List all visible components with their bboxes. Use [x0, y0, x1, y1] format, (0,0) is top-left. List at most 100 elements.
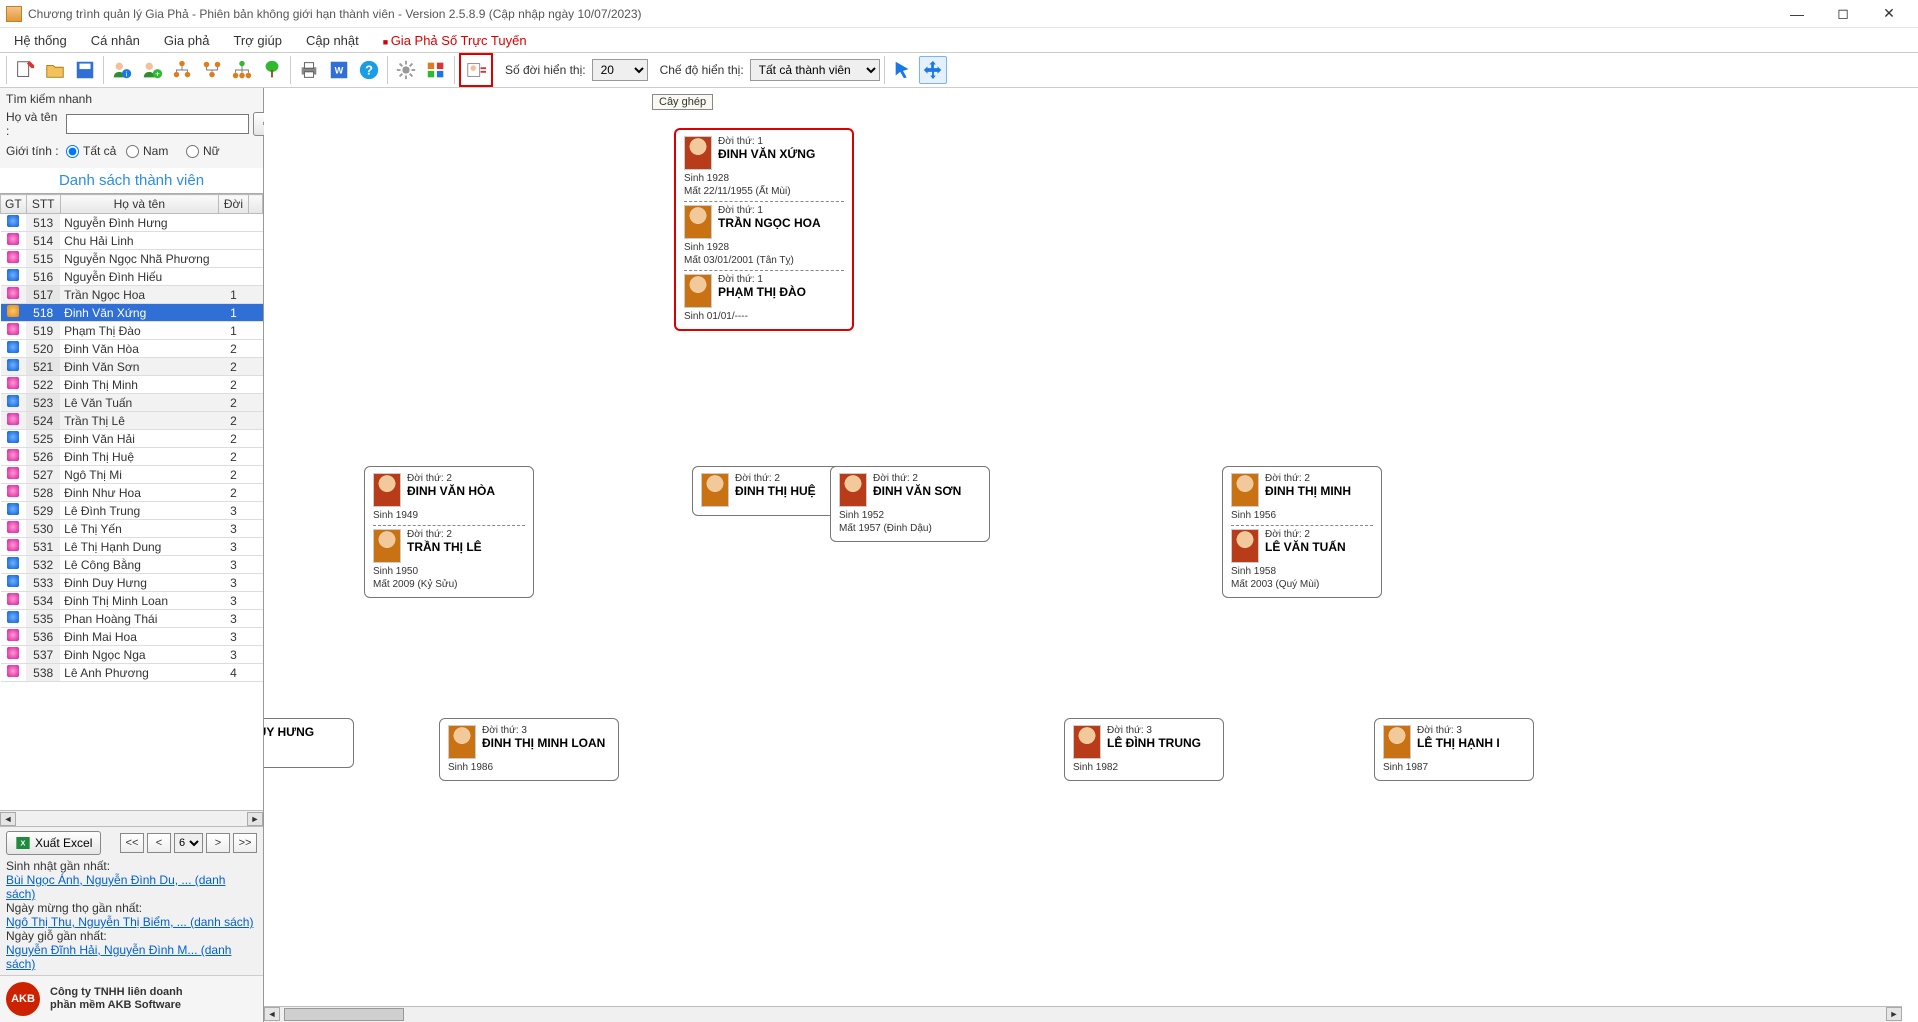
menu-person[interactable]: Cá nhân — [81, 31, 150, 50]
svg-text:W: W — [335, 66, 344, 76]
table-row[interactable]: 530Lê Thị Yến3 — [1, 520, 263, 538]
table-row[interactable]: 524Trần Thị Lê2 — [1, 412, 263, 430]
table-row[interactable]: 522Đinh Thị Minh2 — [1, 376, 263, 394]
table-row[interactable]: 529Lê Đình Trung3 — [1, 502, 263, 520]
table-row[interactable]: 528Đinh Như Hoa2 — [1, 484, 263, 502]
toolbar-word-icon[interactable]: W — [325, 56, 353, 84]
table-row[interactable]: 516Nguyễn Đình Hiếu — [1, 268, 263, 286]
col-name[interactable]: Họ và tên — [60, 195, 218, 214]
member-table[interactable]: GT STT Họ và tên Đời 513Nguyễn Đình Hưng… — [0, 193, 263, 810]
table-row[interactable]: 527Ngô Thị Mi2 — [1, 466, 263, 484]
toolbar-graft-icon[interactable] — [462, 56, 490, 84]
avatar — [701, 473, 729, 507]
col-stt[interactable]: STT — [26, 195, 60, 214]
page-first[interactable]: << — [120, 833, 144, 853]
toolbar-gallery-icon[interactable] — [422, 56, 450, 84]
birthday-near-link[interactable]: Bùi Ngọc Ánh, Nguyễn Đình Du, ... (danh … — [6, 873, 257, 901]
page-last[interactable]: >> — [233, 833, 257, 853]
table-row[interactable]: 519Phạm Thị Đào1 — [1, 322, 263, 340]
table-row[interactable]: 534Đinh Thị Minh Loan3 — [1, 592, 263, 610]
toolbar-help-icon[interactable]: ? — [355, 56, 383, 84]
page-select[interactable]: 6 — [174, 833, 203, 853]
toolbar-new-icon[interactable] — [11, 56, 39, 84]
toolbar-open-icon[interactable] — [41, 56, 69, 84]
table-row[interactable]: 533Đinh Duy Hưng3 — [1, 574, 263, 592]
quick-search-label: Tìm kiếm nhanh — [6, 92, 257, 106]
toolbar-settings-icon[interactable] — [392, 56, 420, 84]
sidebar: Tìm kiếm nhanh Họ và tên : Tìm kiếm Giới… — [0, 88, 264, 1022]
export-excel-button[interactable]: X Xuất Excel — [6, 831, 101, 855]
toolbar-tree3-icon[interactable] — [228, 56, 256, 84]
display-mode-select[interactable]: Tất cả thành viên — [750, 59, 880, 81]
table-row[interactable]: 531Lê Thị Hạnh Dung3 — [1, 538, 263, 556]
col-doi[interactable]: Đời — [219, 195, 249, 214]
avatar — [684, 136, 712, 170]
tree-node-c1[interactable]: Đời thứ: 2ĐINH VĂN HÒASinh 1949Đời thứ: … — [364, 466, 534, 598]
tree-canvas[interactable]: Cây ghép Đời thứ: 1ĐINH VĂN XỨNGSinh 19 — [264, 88, 1918, 1022]
table-row[interactable]: 518Đinh Văn Xứng1 — [1, 304, 263, 322]
gender-female-radio[interactable]: Nữ — [186, 144, 242, 158]
table-row[interactable]: 514Chu Hải Linh — [1, 232, 263, 250]
canvas-hscroll[interactable]: ◄► — [264, 1006, 1902, 1022]
toolbar-tree2-icon[interactable] — [198, 56, 226, 84]
toolbar-add-user-icon[interactable]: + — [138, 56, 166, 84]
minimize-button[interactable]: ― — [1774, 0, 1820, 28]
toolbar-tree1-icon[interactable] — [168, 56, 196, 84]
name-label: Họ và tên : — [6, 110, 62, 138]
longevity-near-label: Ngày mừng thọ gần nhất: — [6, 901, 257, 915]
menu-update[interactable]: Cập nhật — [296, 31, 369, 50]
table-row[interactable]: 513Nguyễn Đình Hưng — [1, 214, 263, 232]
tree-node-c3[interactable]: Đời thứ: 2ĐINH VĂN SƠNSinh 1952Mất 1957 … — [830, 466, 990, 542]
tree-node-g3[interactable]: Đời thứ: 3LÊ ĐÌNH TRUNGSinh 1982 — [1064, 718, 1224, 781]
table-row[interactable]: 526Đinh Thị Huệ2 — [1, 448, 263, 466]
table-row[interactable]: 537Đinh Ngọc Nga3 — [1, 646, 263, 664]
gender-all-radio[interactable]: Tất cả — [66, 144, 122, 158]
display-mode-label: Chế độ hiển thị: — [660, 63, 744, 77]
menu-genealogy[interactable]: Gia phả — [154, 31, 220, 50]
member-list-title: Danh sách thành viên — [0, 168, 263, 193]
company-footer: AKB Công ty TNHH liên doanh phần mềm AKB… — [0, 975, 263, 1022]
tree-node-c4[interactable]: Đời thứ: 2ĐINH THỊ MINHSinh 1956Đời thứ:… — [1222, 466, 1382, 598]
page-next[interactable]: > — [206, 833, 230, 853]
toolbar-user-info-icon[interactable]: i — [108, 56, 136, 84]
tree-node-root[interactable]: Đời thứ: 1ĐINH VĂN XỨNGSinh 1928Mất 22/1… — [674, 128, 854, 331]
toolbar-print-icon[interactable] — [295, 56, 323, 84]
close-button[interactable]: ✕ — [1866, 0, 1912, 28]
table-row[interactable]: 525Đinh Văn Hải2 — [1, 430, 263, 448]
name-input[interactable] — [66, 114, 249, 134]
menu-online[interactable]: Gia Phả Số Trực Tuyến — [373, 31, 537, 50]
avatar — [684, 205, 712, 239]
table-row[interactable]: 521Đinh Văn Sơn2 — [1, 358, 263, 376]
menu-help[interactable]: Trợ giúp — [223, 31, 292, 50]
gen-count-select[interactable]: 20 — [592, 59, 648, 81]
toolbar-pan-icon[interactable] — [919, 56, 947, 84]
table-row[interactable]: 515Nguyễn Ngọc Nhã Phương — [1, 250, 263, 268]
titlebar: Chương trình quản lý Gia Phả - Phiên bản… — [0, 0, 1918, 28]
tree-node-c2[interactable]: Đời thứ: 2ĐINH THỊ HUỆ — [692, 466, 842, 516]
table-row[interactable]: 520Đinh Văn Hòa2 — [1, 340, 263, 358]
toolbar-save-icon[interactable] — [71, 56, 99, 84]
table-row[interactable]: 517Trần Ngọc Hoa1 — [1, 286, 263, 304]
table-row[interactable]: 535Phan Hoàng Thái3 — [1, 610, 263, 628]
avatar — [1231, 473, 1259, 507]
tree-node-g1[interactable]: H DUY HƯNG — [264, 718, 354, 768]
memorial-near-link[interactable]: Nguyễn Đĩnh Hải, Nguyễn Đình M... (danh … — [6, 943, 257, 971]
gender-label: Giới tính : — [6, 144, 62, 158]
toolbar-pointer-icon[interactable] — [889, 56, 917, 84]
graft-tooltip: Cây ghép — [652, 94, 713, 110]
tree-node-g4[interactable]: Đời thứ: 3LÊ THỊ HẠNH ISinh 1987 — [1374, 718, 1534, 781]
longevity-near-link[interactable]: Ngô Thị Thu, Nguyễn Thị Biểm, ... (danh … — [6, 915, 257, 929]
sidebar-hscroll[interactable]: ◄► — [0, 810, 263, 826]
page-prev[interactable]: < — [147, 833, 171, 853]
table-row[interactable]: 536Đinh Mai Hoa3 — [1, 628, 263, 646]
gender-male-radio[interactable]: Nam — [126, 144, 182, 158]
table-row[interactable]: 538Lê Anh Phương4 — [1, 664, 263, 682]
table-row[interactable]: 523Lê Văn Tuấn2 — [1, 394, 263, 412]
avatar — [373, 473, 401, 507]
toolbar-plant-icon[interactable] — [258, 56, 286, 84]
maximize-button[interactable]: ◻ — [1820, 0, 1866, 28]
menu-system[interactable]: Hệ thống — [4, 31, 77, 50]
table-row[interactable]: 532Lê Công Bằng3 — [1, 556, 263, 574]
tree-node-g2[interactable]: Đời thứ: 3ĐINH THỊ MINH LOANSinh 1986 — [439, 718, 619, 781]
col-gt[interactable]: GT — [1, 195, 27, 214]
